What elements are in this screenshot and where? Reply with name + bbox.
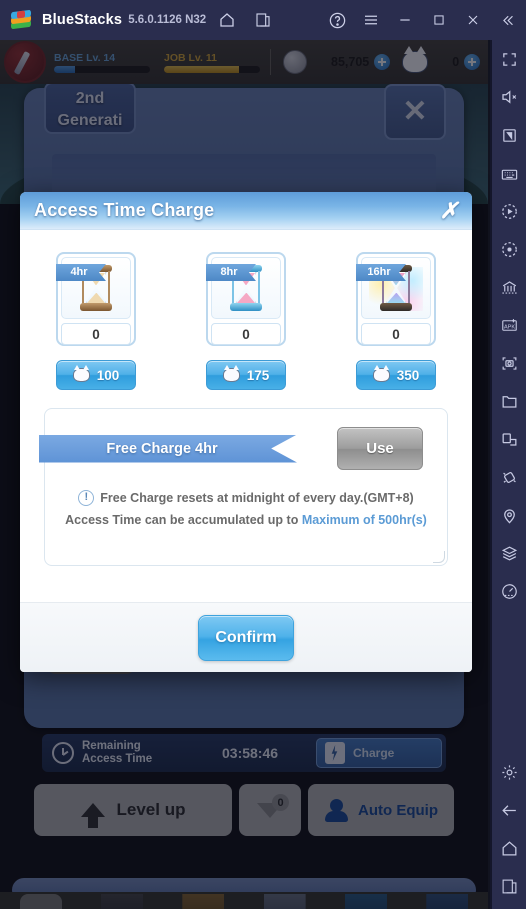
layers-icon[interactable] (494, 538, 524, 568)
charge-item-list: 4hr 0 8hr 0 16hr 0 (38, 252, 454, 346)
price-button-row: 100 175 350 (38, 346, 454, 390)
maximize-icon[interactable] (424, 5, 454, 35)
confirm-button-label: Confirm (215, 628, 277, 646)
shake-icon[interactable] (494, 462, 524, 492)
location-icon[interactable] (494, 500, 524, 530)
close-icon[interactable]: ✗ (440, 199, 458, 222)
dialog-header: Access Time Charge ✗ (20, 192, 472, 230)
screenshot-icon[interactable] (494, 348, 524, 378)
item-duration-ribbon: 16hr (356, 264, 406, 281)
free-charge-label: Free Charge 4hr (106, 440, 218, 457)
dialog-title: Access Time Charge (34, 200, 215, 220)
home-icon[interactable] (212, 5, 242, 35)
dialog-footer: Confirm (20, 602, 472, 672)
buy-8hr-button[interactable]: 175 (206, 360, 286, 390)
collapse-icon[interactable] (492, 5, 522, 35)
macro-record-icon[interactable] (494, 196, 524, 226)
keyboard-icon[interactable] (494, 158, 524, 188)
charge-item-card[interactable]: 16hr 0 (356, 252, 436, 346)
multi-instance-icon[interactable] (248, 5, 278, 35)
price-value: 175 (246, 367, 270, 383)
app-version: 5.6.0.1126 N32 (128, 14, 207, 26)
corner-fold-decoration (433, 551, 445, 563)
confirm-button[interactable]: Confirm (198, 614, 294, 661)
charge-item-card[interactable]: 4hr 0 (56, 252, 136, 346)
buy-16hr-button[interactable]: 350 (356, 360, 436, 390)
mute-icon[interactable] (494, 82, 524, 112)
cursor-icon[interactable] (494, 120, 524, 150)
item-count: 0 (61, 323, 131, 345)
dialog-body: 4hr 0 8hr 0 16hr 0 100 175 350 Free Char… (20, 230, 472, 634)
help-icon[interactable] (322, 5, 352, 35)
bluestacks-titlebar: BlueStacks 5.6.0.1126 N32 (0, 0, 526, 40)
free-charge-ribbon: Free Charge 4hr (39, 434, 297, 463)
item-duration-ribbon: 4hr (56, 264, 106, 281)
note-line-2-prefix: Access Time can be accumulated up to (65, 513, 302, 527)
info-icon: ! (78, 490, 95, 506)
rotate-icon[interactable] (494, 424, 524, 454)
svg-text:APK: APK (503, 324, 514, 330)
minimize-icon[interactable] (390, 5, 420, 35)
install-apk-icon[interactable]: APK (494, 310, 524, 340)
app-name: BlueStacks (42, 12, 123, 28)
bluestacks-sidebar: APK (490, 40, 526, 909)
item-count: 0 (361, 323, 431, 345)
use-free-charge-button[interactable]: Use (337, 427, 423, 470)
cat-coin-icon (72, 365, 90, 382)
price-value: 350 (396, 367, 420, 383)
back-icon[interactable] (494, 795, 524, 825)
fullscreen-icon[interactable] (494, 44, 524, 74)
cat-coin-icon (222, 365, 240, 382)
charge-item-card[interactable]: 8hr 0 (206, 252, 286, 346)
note-line-1: Free Charge resets at midnight of every … (100, 491, 414, 505)
performance-icon[interactable] (494, 576, 524, 606)
menu-icon[interactable] (356, 5, 386, 35)
media-folder-icon[interactable] (494, 386, 524, 416)
record-icon[interactable] (494, 234, 524, 264)
close-icon[interactable] (458, 5, 488, 35)
item-duration-ribbon: 8hr (206, 264, 256, 281)
use-button-label: Use (366, 440, 394, 457)
free-charge-section: Free Charge 4hr Use ! Free Charge resets… (39, 408, 448, 566)
recents-icon[interactable] (494, 871, 524, 901)
free-charge-notes: ! Free Charge resets at midnight of ever… (45, 490, 447, 528)
item-count: 0 (211, 323, 281, 345)
settings-icon[interactable] (494, 757, 524, 787)
buy-4hr-button[interactable]: 100 (56, 360, 136, 390)
cat-coin-icon (372, 365, 390, 382)
note-line-2-highlight: Maximum of 500hr(s) (301, 513, 427, 527)
bluestacks-logo-icon (10, 9, 32, 31)
price-value: 100 (96, 367, 120, 383)
multi-instance-manager-icon[interactable] (494, 272, 524, 302)
access-time-charge-dialog: Access Time Charge ✗ 4hr 0 8hr 0 16hr 0 … (20, 192, 472, 672)
home-icon[interactable] (494, 833, 524, 863)
